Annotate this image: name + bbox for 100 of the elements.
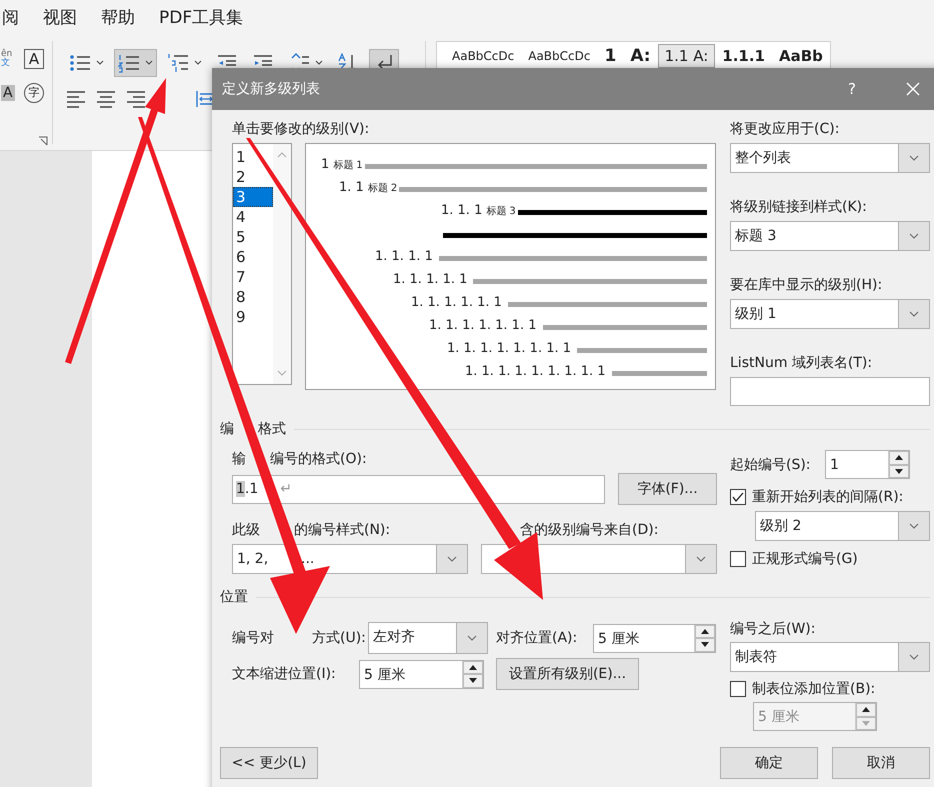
caret-icon	[194, 60, 202, 66]
chevron-down-icon	[696, 556, 706, 562]
field-label: 将更改应用于(C):	[730, 120, 840, 138]
field-label: 起始编号(S):	[730, 456, 811, 474]
checkbox[interactable]	[730, 489, 746, 505]
align-left-icon	[66, 90, 86, 108]
checkbox-label: 制表位添加位置(B):	[752, 680, 876, 698]
preview-number: 1. 1. 1. 1. 1. 1. 1. 1	[447, 341, 572, 357]
level-item[interactable]: 4	[233, 207, 248, 227]
checkbox-label: 正规形式编号(G)	[752, 550, 858, 568]
field-label: 编号之后(W):	[730, 620, 816, 638]
level-item[interactable]: 8	[233, 287, 248, 307]
number-format-field[interactable]: 1.1 ↵	[232, 474, 605, 504]
bullets-icon	[69, 53, 91, 73]
field-label: 此级	[232, 521, 260, 539]
checkbox[interactable]	[730, 551, 746, 567]
cancel-button[interactable]: 取消	[832, 747, 930, 779]
level-item[interactable]: 5	[233, 227, 248, 247]
level-item[interactable]: 1	[233, 147, 248, 167]
preview-heading-level: 1	[356, 159, 363, 173]
section-title: 编	[220, 420, 234, 438]
align-right-icon	[126, 90, 146, 108]
menu-item[interactable]: PDF工具集	[159, 6, 244, 29]
font-button[interactable]: 字体(F)...	[618, 473, 717, 505]
field-label: 方式(U):	[312, 629, 366, 647]
align-center-button[interactable]	[95, 89, 117, 109]
less-button[interactable]: << 更少(L)	[220, 747, 318, 779]
help-button[interactable]: ?	[848, 80, 856, 98]
preview-heading-level: 2	[390, 182, 398, 196]
field-label: ListNum 域列表名(T):	[730, 354, 874, 372]
link-style-dropdown[interactable]: 标题 3	[730, 221, 930, 251]
field-label: 单击要修改的级别(V):	[232, 120, 370, 138]
number-style-dropdown[interactable]: 1, 2, ...	[232, 544, 468, 574]
spin-up-icon[interactable]	[862, 707, 870, 712]
enclose-character-icon[interactable]: 字	[24, 83, 44, 103]
gallery-level-dropdown[interactable]: 级别 1	[730, 299, 930, 329]
follow-number-dropdown[interactable]: 制表符	[730, 642, 930, 672]
level-item[interactable]: 6	[233, 247, 248, 267]
caret-icon	[315, 60, 323, 66]
level-item[interactable]: 9	[233, 307, 248, 327]
align-at-spinner[interactable]: 5 厘米	[593, 624, 716, 652]
preview-number: 1. 1. 1. 1. 1. 1. 1	[429, 318, 536, 334]
style-item[interactable]: 1.1.1	[715, 44, 772, 68]
style-item[interactable]: AaBbCcDc	[445, 44, 522, 68]
level-item[interactable]: 7	[233, 267, 248, 287]
preview-heading: 标题	[486, 205, 506, 219]
menu-item[interactable]: 视图	[43, 6, 77, 29]
spin-down-icon[interactable]	[701, 642, 709, 648]
close-icon[interactable]	[906, 82, 920, 96]
character-border-icon[interactable]: A	[24, 49, 44, 69]
preview-number: 1. 1. 1. 1	[375, 249, 433, 265]
window-title: 定义新多级列表	[222, 80, 321, 98]
preview-heading: 标题	[333, 159, 354, 173]
numbering-button[interactable]	[114, 49, 157, 77]
chevron-down-icon	[909, 523, 919, 529]
chevron-down-icon	[467, 635, 477, 641]
ok-button[interactable]: 确定	[720, 747, 818, 779]
spin-up-icon[interactable]	[469, 664, 477, 670]
style-item[interactable]: 1.1 A:	[658, 44, 716, 68]
level-item[interactable]: 3	[233, 187, 273, 207]
field-label: 要在库中显示的级别(H):	[730, 276, 884, 294]
chevron-down-icon	[909, 311, 919, 317]
field-label: 编号的格式(O):	[270, 450, 367, 468]
spin-up-icon[interactable]	[701, 628, 709, 634]
field-label: 将级别链接到样式(K):	[730, 198, 868, 216]
align-left-button[interactable]	[65, 89, 87, 109]
align-right-button[interactable]	[125, 89, 147, 109]
level-item[interactable]: 2	[233, 167, 248, 187]
style-item[interactable]: 1	[597, 44, 624, 68]
chevron-down-icon	[909, 233, 919, 239]
phonetic-guide-icon[interactable]: ên 文	[1, 50, 12, 68]
spin-up-icon[interactable]	[895, 455, 903, 460]
multilevel-icon	[167, 53, 189, 73]
menu-item[interactable]: 阅	[2, 6, 19, 29]
field-label: 的编号样式(N):	[294, 521, 390, 539]
start-number-spinner[interactable]: 1	[825, 450, 910, 479]
spin-down-icon[interactable]	[469, 678, 477, 684]
preview-number: 1. 1. 1	[441, 203, 482, 219]
set-all-levels-button[interactable]: 设置所有级别(E)...	[496, 658, 639, 690]
alignment-dropdown[interactable]: 左对齐	[368, 622, 488, 654]
style-item[interactable]: AaBb	[772, 44, 830, 68]
spin-down-icon[interactable]	[895, 468, 903, 474]
align-center-icon	[96, 90, 116, 108]
chevron-down-icon	[447, 556, 457, 562]
input-field[interactable]	[730, 377, 930, 406]
character-shading-icon[interactable]: A	[1, 85, 15, 101]
restart-level-dropdown[interactable]: 级别 2	[755, 511, 930, 541]
preview-number: 1	[321, 157, 330, 173]
text-indent-spinner[interactable]: 5 厘米	[359, 660, 484, 688]
preview-number: 1. 1. 1. 1. 1. 1	[411, 295, 502, 311]
style-item[interactable]: AaBbCcDc	[521, 44, 598, 68]
caret-icon	[96, 60, 104, 66]
chevron-down-icon	[909, 654, 919, 660]
preview-heading: 标题	[368, 182, 388, 196]
menu-item[interactable]: 帮助	[101, 6, 135, 29]
apply-to-dropdown[interactable]: 整个列表	[730, 143, 930, 173]
preview-heading-level: 3	[509, 205, 516, 219]
style-item[interactable]: A:	[623, 44, 658, 68]
chevron-down-icon	[909, 155, 919, 161]
dialog-launcher-icon[interactable]	[38, 136, 48, 146]
